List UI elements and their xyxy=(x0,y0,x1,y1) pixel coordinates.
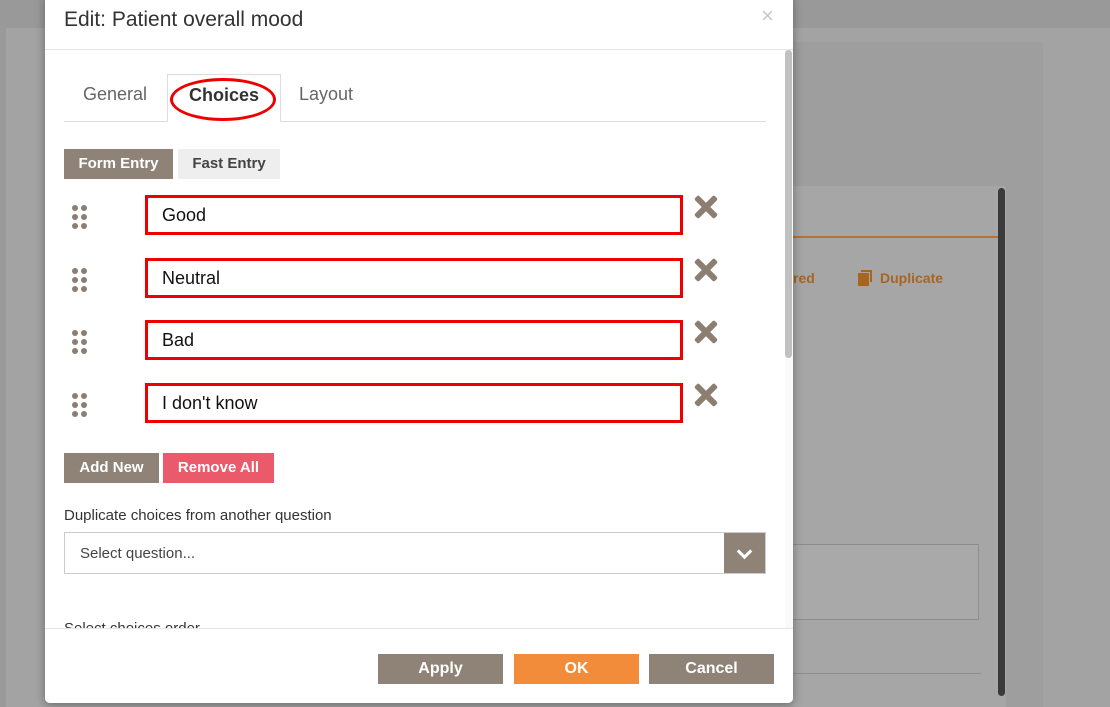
drag-handle-icon[interactable] xyxy=(72,393,90,419)
chevron-down-icon[interactable] xyxy=(724,533,765,573)
remove-choice-icon[interactable] xyxy=(694,195,718,219)
drag-handle-icon[interactable] xyxy=(72,268,90,294)
choice-row xyxy=(64,258,744,304)
background-divider xyxy=(793,673,981,674)
tab-layout[interactable]: Layout xyxy=(299,74,353,121)
modal-footer: Apply OK Cancel xyxy=(45,628,793,703)
form-entry-button[interactable]: Form Entry xyxy=(64,149,173,179)
choice-input[interactable] xyxy=(145,195,683,235)
background-duplicate-link[interactable]: Duplicate xyxy=(880,270,943,286)
background-link-partial[interactable]: red xyxy=(793,270,815,286)
highlight-circle xyxy=(170,78,276,121)
background-accent-line xyxy=(793,236,998,238)
remove-all-button[interactable]: Remove All xyxy=(163,453,274,483)
modal-scrollbar[interactable] xyxy=(785,50,793,628)
modal-header: Edit: Patient overall mood × xyxy=(45,0,793,50)
close-icon[interactable]: × xyxy=(761,5,774,27)
background-textarea xyxy=(793,544,979,620)
drag-handle-icon[interactable] xyxy=(72,205,90,231)
tab-general[interactable]: General xyxy=(83,74,147,121)
choice-input[interactable] xyxy=(145,258,683,298)
choice-row xyxy=(64,195,744,241)
choice-input[interactable] xyxy=(145,320,683,360)
drag-handle-icon[interactable] xyxy=(72,330,90,356)
choice-input[interactable] xyxy=(145,383,683,423)
fast-entry-button[interactable]: Fast Entry xyxy=(178,149,280,179)
cancel-button[interactable]: Cancel xyxy=(649,654,774,684)
remove-choice-icon[interactable] xyxy=(694,320,718,344)
remove-choice-icon[interactable] xyxy=(694,383,718,407)
tab-choices[interactable]: Choices xyxy=(167,74,281,122)
select-question-value: Select question... xyxy=(80,545,196,562)
add-new-button[interactable]: Add New xyxy=(64,453,159,483)
background-scrollbar xyxy=(998,188,1005,696)
select-question-dropdown[interactable]: Select question... xyxy=(64,532,766,574)
remove-choice-icon[interactable] xyxy=(694,258,718,282)
tab-bar: General Choices Layout xyxy=(64,74,766,122)
apply-button[interactable]: Apply xyxy=(378,654,503,684)
ok-button[interactable]: OK xyxy=(514,654,639,684)
choice-row xyxy=(64,383,744,429)
modal-title: Edit: Patient overall mood xyxy=(64,8,304,31)
choice-row xyxy=(64,320,744,366)
edit-question-modal: Edit: Patient overall mood × General Cho… xyxy=(45,0,793,703)
duplicate-choices-label: Duplicate choices from another question xyxy=(64,507,332,524)
background-question-panel xyxy=(793,186,1006,707)
modal-scrollbar-thumb[interactable] xyxy=(785,50,792,358)
duplicate-icon xyxy=(858,270,872,286)
